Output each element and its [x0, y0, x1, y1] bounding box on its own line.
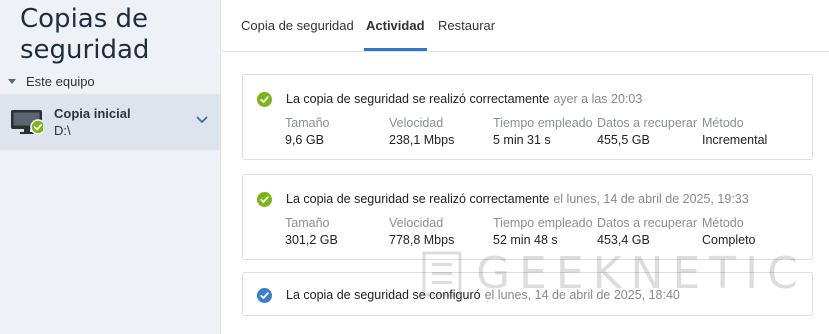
tab-actividad[interactable]: Actividad — [364, 18, 427, 51]
stat-value: Incremental — [702, 133, 768, 147]
success-check-icon — [257, 91, 272, 107]
section-header-este-equipo[interactable]: Este equipo — [8, 72, 95, 90]
activity-card: La copia de seguridad se realizó correct… — [242, 74, 813, 160]
section-header-label: Este equipo — [26, 73, 95, 89]
activity-timestamp: el lunes, 14 de abril de 2025, 18:40 — [484, 288, 680, 302]
stat-label: Datos a recuperar — [597, 116, 698, 130]
stat-value: 453,4 GB — [597, 233, 650, 247]
stat-size: Tamaño 301,2 GB — [285, 215, 338, 248]
device-path: D:\ — [54, 123, 71, 138]
stat-value: 301,2 GB — [285, 233, 338, 247]
monitor-icon — [11, 110, 43, 134]
stat-label: Velocidad — [389, 216, 444, 230]
stat-label: Método — [702, 216, 744, 230]
tab-copia-de-seguridad[interactable]: Copia de seguridad — [241, 18, 354, 51]
stat-value: 455,5 GB — [597, 133, 650, 147]
stat-method: Método Completo — [702, 215, 756, 248]
activity-status: La copia de seguridad se configuró el lu… — [257, 287, 680, 303]
stat-value: 238,1 Mbps — [389, 133, 455, 147]
stat-speed: Velocidad 778,8 Mbps — [389, 215, 454, 248]
activity-timestamp: ayer a las 20:03 — [553, 92, 643, 106]
activity-status: La copia de seguridad se realizó correct… — [257, 91, 642, 107]
stat-data: Datos a recuperar 453,4 GB — [597, 215, 697, 248]
stat-label: Tiempo empleado — [493, 216, 593, 230]
activity-stats: Tamaño 301,2 GB Velocidad 778,8 Mbps Tie… — [285, 215, 805, 251]
tab-restaurar[interactable]: Restaurar — [438, 18, 495, 51]
success-check-icon — [257, 191, 272, 207]
stat-duration: Tiempo empleado 5 min 31 s — [493, 115, 593, 148]
activity-status-text: La copia de seguridad se realizó correct… — [286, 92, 550, 106]
stat-value: Completo — [702, 233, 756, 247]
device-name: Copia inicial — [54, 106, 131, 121]
stat-size: Tamaño 9,6 GB — [285, 115, 329, 148]
sidebar-item-copia-inicial[interactable]: Copia inicial D:\ — [0, 94, 220, 150]
chevron-down-icon[interactable] — [196, 116, 208, 124]
stat-duration: Tiempo empleado 52 min 48 s — [493, 215, 593, 248]
stat-value: 9,6 GB — [285, 133, 324, 147]
activity-status-text: La copia de seguridad se realizó correct… — [286, 192, 550, 206]
app-title: Copias de seguridad — [20, 4, 150, 65]
activity-timestamp: el lunes, 14 de abril de 2025, 19:33 — [553, 192, 749, 206]
stat-label: Método — [702, 116, 744, 130]
stat-label: Tamaño — [285, 116, 330, 130]
stat-value: 52 min 48 s — [493, 233, 558, 247]
stat-data: Datos a recuperar 455,5 GB — [597, 115, 697, 148]
stat-value: 5 min 31 s — [493, 133, 551, 147]
stat-label: Tamaño — [285, 216, 330, 230]
info-check-icon — [257, 287, 272, 303]
stat-method: Método Incremental — [702, 115, 767, 148]
caret-down-icon — [8, 78, 16, 84]
activity-status: La copia de seguridad se realizó correct… — [257, 191, 749, 207]
stat-label: Velocidad — [389, 116, 444, 130]
sidebar: Copias de seguridad Este equipo Copia in… — [0, 0, 220, 334]
stat-label: Tiempo empleado — [493, 116, 593, 130]
tab-bar: Copia de seguridad Actividad Restaurar — [221, 0, 829, 52]
activity-card: La copia de seguridad se realizó correct… — [242, 174, 813, 260]
activity-card: La copia de seguridad se configuró el lu… — [242, 272, 813, 316]
activity-status-text: La copia de seguridad se configuró — [286, 288, 481, 302]
activity-stats: Tamaño 9,6 GB Velocidad 238,1 Mbps Tiemp… — [285, 115, 805, 151]
stat-label: Datos a recuperar — [597, 216, 698, 230]
stat-value: 778,8 Mbps — [389, 233, 455, 247]
stat-speed: Velocidad 238,1 Mbps — [389, 115, 454, 148]
